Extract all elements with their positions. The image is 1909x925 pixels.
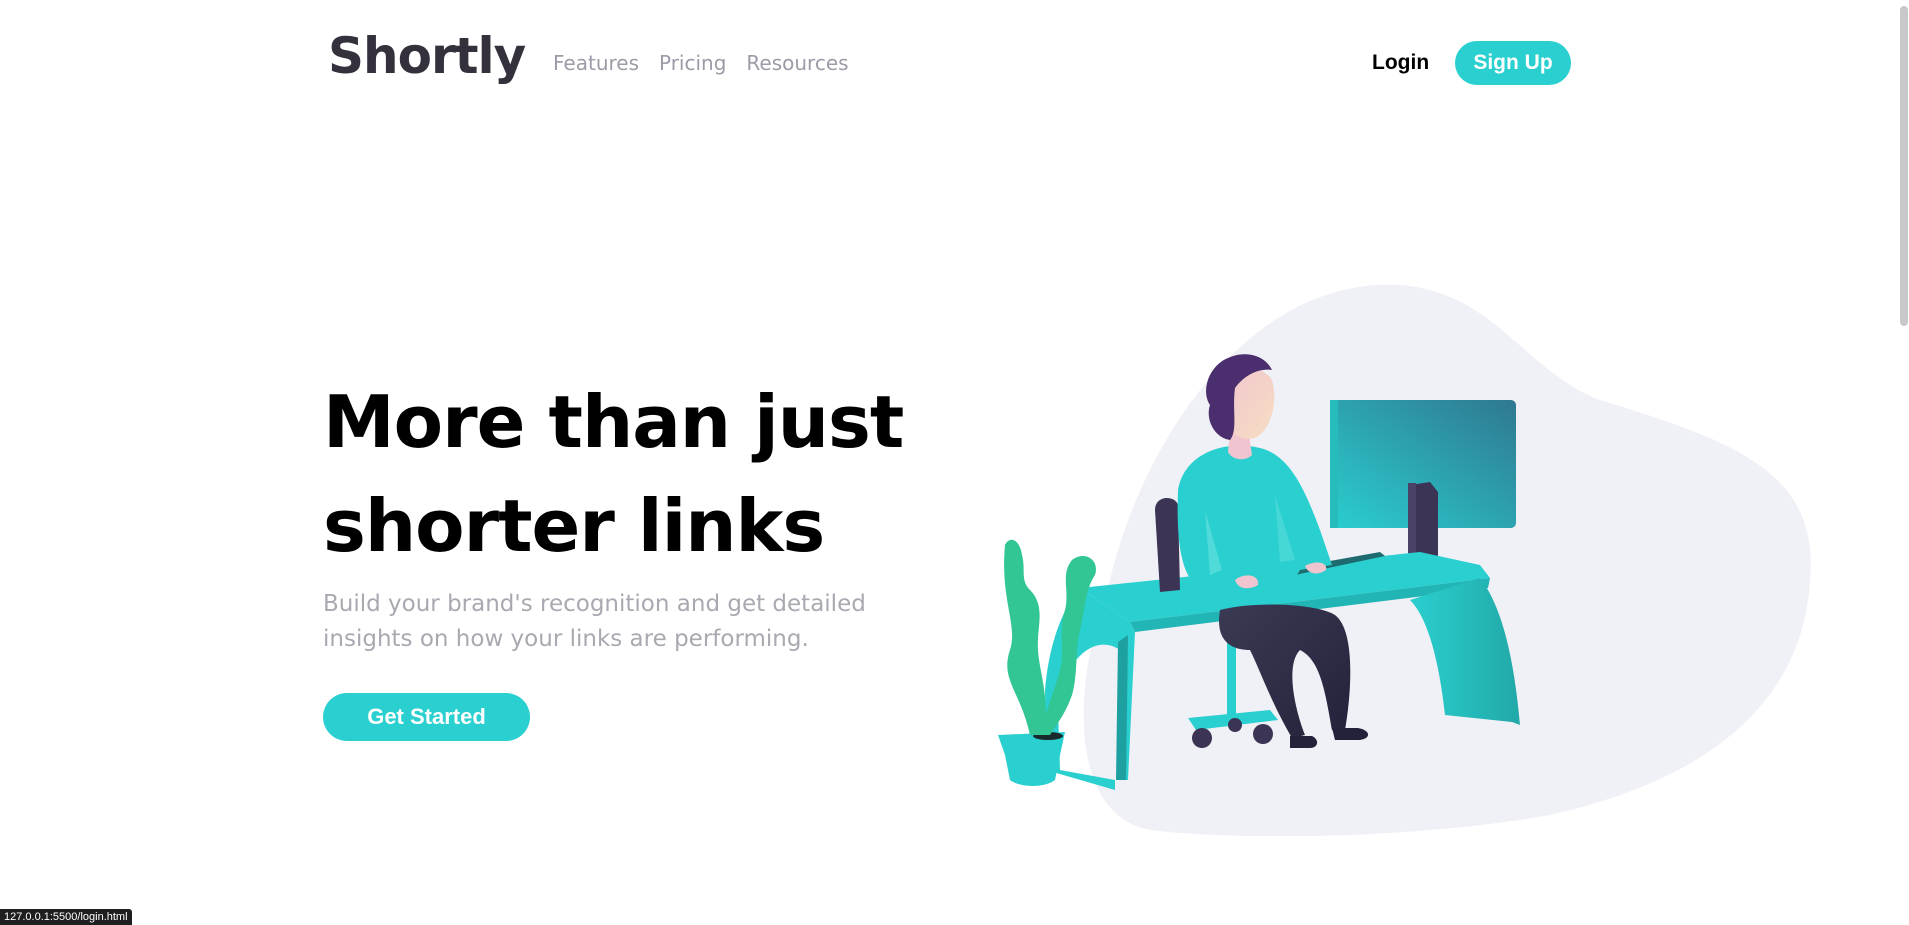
hero-subtitle: Build your brand's recognition and get d… bbox=[323, 591, 866, 652]
nav-item-pricing[interactable]: Pricing bbox=[659, 48, 726, 78]
get-started-button[interactable]: Get Started bbox=[323, 693, 530, 741]
nav-item-features[interactable]: Features bbox=[553, 48, 639, 78]
plant-pot bbox=[998, 732, 1065, 786]
login-link[interactable]: Login bbox=[1372, 48, 1429, 78]
landing-page: Shortly Features Pricing Resources Login… bbox=[0, 0, 1909, 925]
plant-leaf-left bbox=[1004, 539, 1047, 735]
main-nav: Features Pricing Resources bbox=[553, 48, 849, 78]
scrollbar-thumb[interactable] bbox=[1900, 6, 1908, 326]
chair-wheel-left bbox=[1192, 728, 1212, 748]
logo[interactable]: Shortly bbox=[328, 24, 526, 88]
status-bar-url: 127.0.0.1:5500/login.html bbox=[0, 909, 132, 925]
hero-title-line-1: More than just bbox=[323, 380, 904, 464]
hero-title-line-2: shorter links bbox=[323, 484, 825, 568]
hero-title: More than just shorter links bbox=[323, 370, 923, 578]
signup-button[interactable]: Sign Up bbox=[1455, 41, 1571, 85]
nav-item-resources[interactable]: Resources bbox=[746, 48, 848, 78]
person-working-illustration bbox=[998, 284, 1811, 837]
chair-wheel-right bbox=[1253, 724, 1273, 744]
person-shoe-left bbox=[1290, 736, 1318, 748]
person-shoe-right bbox=[1332, 728, 1369, 740]
vertical-scrollbar[interactable] bbox=[1899, 0, 1909, 925]
